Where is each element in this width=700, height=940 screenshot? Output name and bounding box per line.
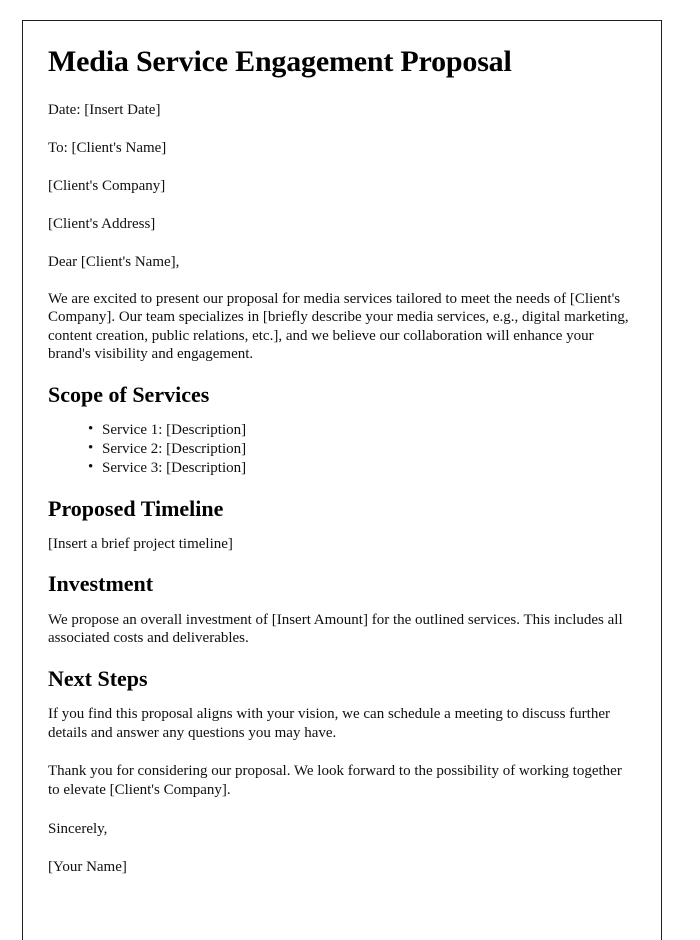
signature-name: [Your Name] (48, 858, 127, 875)
section-heading-proposed-timeline: Proposed Timeline (48, 495, 224, 521)
document-date: Date: [Insert Date] (48, 101, 161, 118)
recipient-name: To: [Client's Name] (48, 139, 167, 156)
recipient-company: [Client's Company] (48, 177, 166, 194)
page-title: Media Service Engagement Proposal (48, 45, 512, 78)
salutation: Dear [Client's Name], (48, 253, 180, 270)
list-item: Service 3: [Description] (88, 458, 635, 478)
section-heading-scope-of-services: Scope of Services (48, 381, 210, 407)
investment-body: We propose an overall investment of [Ins… (48, 611, 623, 647)
section-heading-next-steps: Next Steps (48, 665, 148, 691)
intro-paragraph: We are excited to present our proposal f… (48, 290, 629, 363)
next-steps-body: If you find this proposal aligns with yo… (48, 706, 610, 741)
document-body: Media Service Engagement Proposal Date: … (23, 21, 661, 876)
closing-paragraph: Thank you for considering our proposal. … (48, 763, 622, 798)
document-page: Media Service Engagement Proposal Date: … (22, 20, 662, 940)
proposed-timeline-body: [Insert a brief project timeline] (48, 535, 233, 552)
recipient-address: [Client's Address] (48, 215, 156, 232)
scope-of-services-list: Service 1: [Description] Service 2: [Des… (48, 420, 635, 478)
list-item: Service 1: [Description] (88, 420, 635, 440)
signoff: Sincerely, (48, 820, 108, 837)
section-heading-investment: Investment (48, 571, 154, 597)
list-item: Service 2: [Description] (88, 439, 635, 459)
